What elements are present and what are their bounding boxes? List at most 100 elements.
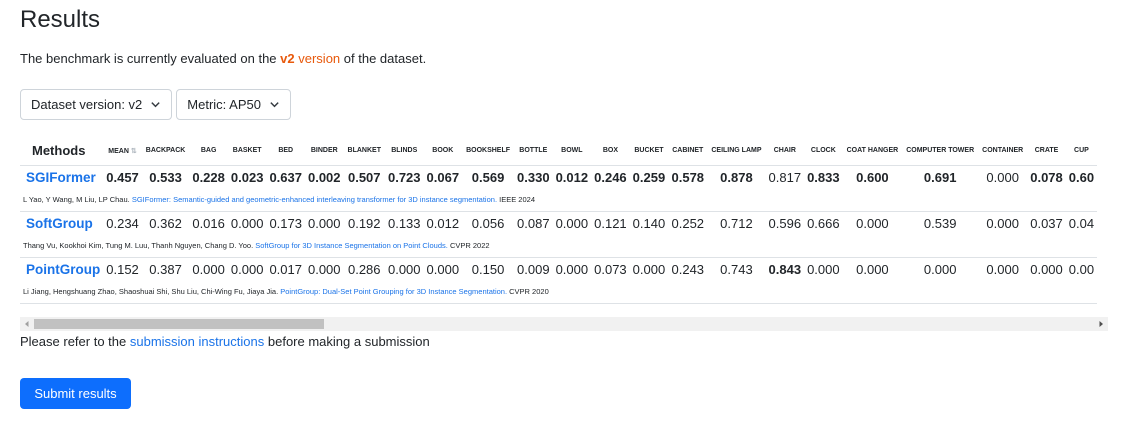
scrollbar-thumb[interactable]: [34, 319, 324, 329]
metric-value-cell: 0.121: [594, 215, 627, 231]
column-header-label: CONTAINER: [982, 147, 1024, 155]
column-header[interactable]: BUCKET: [629, 137, 669, 166]
column-header[interactable]: BOX: [591, 137, 630, 166]
paper-link[interactable]: PointGroup: Dual-Set Point Grouping for …: [280, 287, 507, 296]
scroll-right-arrow-icon[interactable]: [1097, 320, 1105, 328]
column-header-label: CHAIR: [773, 147, 796, 155]
metric-value-cell: 0.286: [347, 261, 381, 277]
table-header-row: Methods MEAN ⇅ BACKPACK BAG BASKET BED BINDER B…: [20, 137, 1098, 166]
column-header[interactable]: CRATE: [1027, 137, 1066, 166]
column-header[interactable]: CONTAINER: [978, 137, 1028, 166]
metric-value-cell: 0.140: [632, 215, 666, 231]
method-link[interactable]: SoftGroup: [26, 216, 93, 231]
metric-value-cell: 0.507: [347, 169, 381, 185]
metric-value-cell: 0.600: [856, 169, 889, 185]
paper-link[interactable]: SGIFormer: Semantic-guided and geometric…: [132, 195, 497, 204]
column-header-label: COMPUTER TOWER: [906, 147, 975, 155]
column-header[interactable]: BOOKSHELF: [462, 137, 515, 166]
results-table: Methods MEAN ⇅ BACKPACK BAG BASKET BED BINDER B…: [20, 137, 1098, 304]
column-header-label: CLOCK: [810, 147, 836, 155]
column-header-label: BLANKET: [347, 147, 381, 155]
results-table-container[interactable]: Methods MEAN ⇅ BACKPACK BAG BASKET BED BINDER B…: [20, 137, 1108, 317]
metric-value-cell: 0.259: [632, 169, 666, 185]
metric-value-cell: 0.152: [106, 261, 139, 277]
metric-value-cell: 0.596: [768, 215, 802, 231]
note-prefix: Please refer to the: [20, 334, 127, 349]
method-link[interactable]: PointGroup: [26, 262, 100, 277]
metric-value-cell: 0.637: [269, 169, 302, 185]
scroll-left-arrow-icon[interactable]: [23, 320, 31, 328]
methods-column-header: Methods: [20, 137, 104, 166]
table-row: SGIFormer 0.457 0.533 0.228 0.023 0.637 0.002 0…: [20, 165, 1097, 189]
metric-value-cell: 0.000: [1030, 261, 1063, 277]
metric-value-cell: 0.743: [720, 261, 753, 277]
metric-value-cell: 0.457: [106, 169, 139, 185]
column-header-label: BOX: [602, 147, 618, 155]
metric-value-cell: 0.056: [471, 215, 505, 231]
metric-value-cell: 0.000: [807, 261, 840, 277]
column-header[interactable]: COAT HANGER: [842, 137, 903, 166]
reference-cell: Thang Vu, Kookhoi Kim, Tung M. Luu, Than…: [20, 235, 1098, 258]
method-link[interactable]: SGIFormer: [26, 170, 96, 185]
reference-authors: Li Jiang, Hengshuang Zhao, Shaoshuai Shi…: [23, 287, 279, 297]
column-header[interactable]: BASKET: [227, 137, 267, 166]
sort-icon[interactable]: ⇅: [131, 148, 137, 155]
column-header[interactable]: COMPUTER TOWER: [902, 137, 979, 166]
metric-value-cell: 0.000: [426, 261, 460, 277]
metric-value-cell: 0.000: [986, 261, 1019, 277]
column-header-label: MEAN: [108, 147, 129, 155]
paper-link[interactable]: SoftGroup for 3D Instance Segmentation o…: [255, 241, 448, 250]
submit-results-button[interactable]: Submit results: [20, 378, 131, 409]
column-header-label: BUCKET: [634, 147, 664, 155]
method-cell: SGIFormer: [20, 165, 103, 189]
chevron-down-icon: [151, 102, 160, 108]
column-header[interactable]: BOWL: [552, 137, 592, 166]
column-header[interactable]: CABINET: [668, 137, 708, 166]
column-header[interactable]: BLANKET: [343, 137, 385, 166]
column-header-label: BED: [278, 147, 294, 155]
column-header[interactable]: CLOCK: [804, 137, 843, 166]
column-header[interactable]: BED: [266, 137, 305, 166]
column-header[interactable]: CUP: [1065, 137, 1098, 166]
column-header-label: CABINET: [672, 147, 704, 155]
reference-venue: CVPR 2020: [509, 287, 549, 297]
submission-instructions-link[interactable]: submission instructions: [130, 334, 264, 349]
metric-value-cell: 0.234: [106, 215, 139, 231]
metric-dropdown[interactable]: Metric: AP50: [176, 89, 291, 120]
version-link[interactable]: version: [298, 51, 340, 66]
metric-value-cell: 0.833: [807, 169, 840, 185]
column-header-label: CUP: [1074, 147, 1089, 155]
intro-version: v2: [280, 51, 295, 66]
column-header[interactable]: BLINDS: [384, 137, 424, 166]
metric-value-cell: 0.000: [923, 261, 957, 277]
metric-value-cell: 0.817: [768, 169, 802, 185]
column-header[interactable]: CEILING LAMP: [707, 137, 766, 166]
metric-value-cell: 0.60: [1068, 169, 1095, 185]
column-header[interactable]: BOTTLE: [514, 137, 553, 166]
column-header[interactable]: CHAIR: [765, 137, 805, 166]
column-header[interactable]: BACKPACK: [141, 137, 190, 166]
metric-value-cell: 0.723: [387, 169, 421, 185]
dataset-version-dropdown[interactable]: Dataset version: v2: [20, 89, 173, 120]
metric-value-cell: 0.000: [307, 215, 341, 231]
column-header[interactable]: BAG: [189, 137, 228, 166]
submission-note: Please refer to the submission instructi…: [20, 334, 430, 349]
metric-value-cell: 0.569: [471, 169, 505, 185]
metric-value-cell: 0.078: [1030, 169, 1063, 185]
reference-venue: IEEE 2024: [499, 195, 535, 205]
column-header-label: BASKET: [232, 147, 262, 155]
metric-value-cell: 0.012: [555, 169, 589, 185]
column-header[interactable]: MEAN ⇅: [103, 137, 142, 166]
metric-value-cell: 0.04: [1068, 215, 1095, 231]
reference-cell: L Yao, Y Wang, M Liu, LP Chau. SGIFormer…: [20, 189, 1098, 212]
method-cell: PointGroup: [20, 257, 103, 281]
horizontal-scrollbar[interactable]: [20, 317, 1108, 331]
column-header[interactable]: BOOK: [423, 137, 463, 166]
column-header[interactable]: BINDER: [304, 137, 344, 166]
metric-value-cell: 0.666: [807, 215, 840, 231]
filter-bar: Dataset version: v2 Metric: AP50: [20, 89, 291, 120]
metric-value-cell: 0.539: [923, 215, 957, 231]
metric-value-cell: 0.712: [720, 215, 753, 231]
metric-label: Metric: AP50: [187, 97, 261, 112]
metric-value-cell: 0.330: [517, 169, 550, 185]
